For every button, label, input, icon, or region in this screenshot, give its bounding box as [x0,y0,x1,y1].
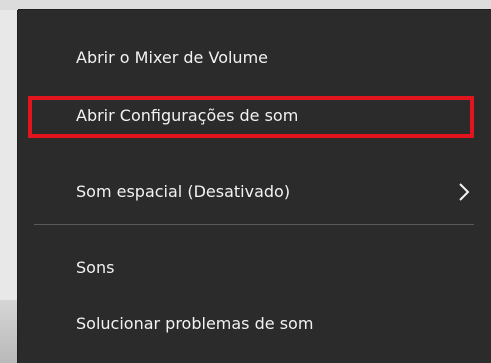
menu-item-spatial-sound[interactable]: Som espacial (Desativado) [18,172,491,212]
menu-item-label: Sons [76,258,115,277]
menu-item-label: Solucionar problemas de som [76,314,314,333]
sound-context-menu: Abrir o Mixer de Volume Abrir Configuraç… [18,10,491,363]
menu-item-label: Som espacial (Desativado) [76,182,291,201]
menu-item-sounds[interactable]: Sons [18,248,491,288]
menu-item-label: Abrir o Mixer de Volume [76,48,268,67]
menu-item-open-volume-mixer[interactable]: Abrir o Mixer de Volume [18,38,491,78]
top-strip [0,0,491,10]
menu-item-troubleshoot-sound[interactable]: Solucionar problemas de som [18,304,491,344]
highlight-box [28,96,474,138]
taskbar-edge [0,300,18,363]
chevron-right-icon [459,183,470,201]
menu-divider [34,224,474,225]
